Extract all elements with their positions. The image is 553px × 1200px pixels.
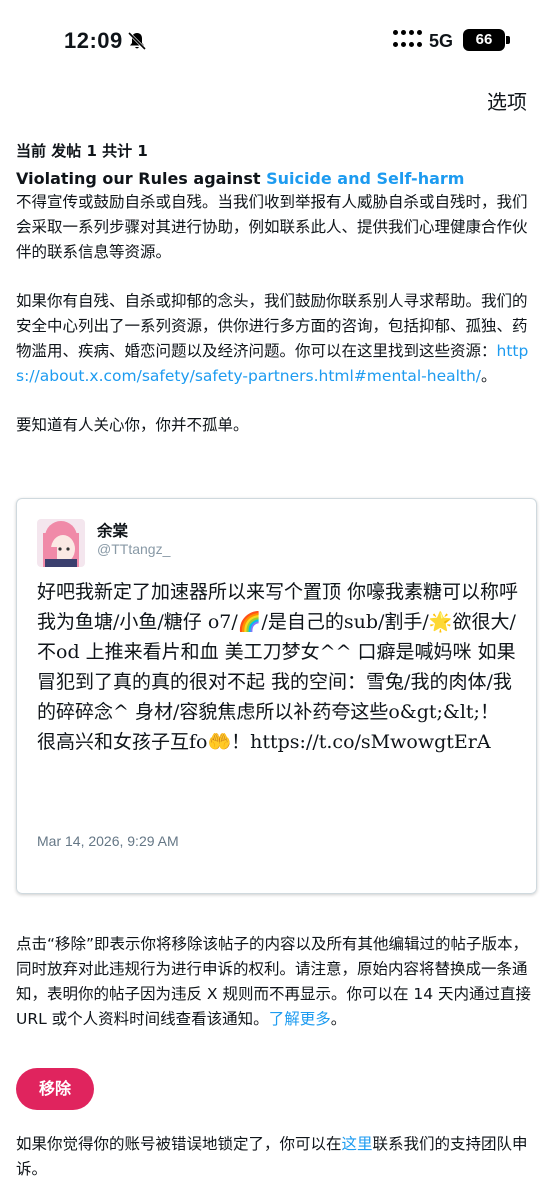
options-button[interactable]: 选项 [487,86,527,115]
appeal-link[interactable]: 这里 [342,1135,373,1153]
violation-notice: 当前 发帖 1 共计 1 Violating our Rules against… [16,140,537,438]
appeal-notice: 如果你觉得你的账号被错误地锁定了，你可以在这里联系我们的支持团队申诉。 [16,1132,537,1182]
support-message: 要知道有人关心你，你并不孤单。 [16,416,249,434]
author-handle[interactable]: @TTtangz_ [97,541,170,557]
tweet-card[interactable]: 余棠 @TTtangz_ 好吧我新定了加速器所以来写个置顶 你嚎我素糖可以称呼我… [16,498,537,894]
rule-title: Violating our Rules against Suicide and … [16,168,537,190]
battery-nub [506,36,510,44]
learn-more-link[interactable]: 了解更多 [269,1010,331,1028]
rule-description: 不得宣传或鼓励自杀或自残。当我们收到举报有人威胁自杀或自残时，我们会采取一系列步… [16,193,528,261]
network-type: 5G [429,31,454,51]
avatar[interactable] [37,519,85,567]
tweet-timestamp: Mar 14, 2026, 9:29 AM [37,833,179,849]
rule-link[interactable]: Suicide and Self-harm [266,169,464,188]
rule-title-prefix: Violating our Rules against [16,169,267,188]
remove-button[interactable]: 移除 [16,1068,94,1110]
tweet-text: 好吧我新定了加速器所以来写个置顶 你嚎我素糖可以称呼我为鱼塘/小鱼/糖仔 o7/… [37,581,519,753]
author-name[interactable]: 余棠 [97,519,128,541]
resources-text: 如果你有自残、自杀或抑郁的念头，我们鼓励你联系别人寻求帮助。我们的安全中心列出了… [16,292,528,360]
signal-icon [393,30,423,50]
post-count: 当前 发帖 1 共计 1 [16,142,148,160]
bell-muted-icon [127,31,147,51]
battery-icon: 66 [463,29,505,51]
status-time: 12:09 [64,28,123,53]
resources-paragraph: 如果你有自残、自杀或抑郁的念头，我们鼓励你联系别人寻求帮助。我们的安全中心列出了… [16,292,529,385]
status-bar: 12:09 5G 66 [0,0,553,82]
appeal-prefix: 如果你觉得你的账号被错误地锁定了，你可以在 [16,1135,342,1153]
removal-notice: 点击“移除”即表示你将移除该帖子的内容以及所有其他编辑过的帖子版本，同时放弃对此… [16,935,532,1028]
